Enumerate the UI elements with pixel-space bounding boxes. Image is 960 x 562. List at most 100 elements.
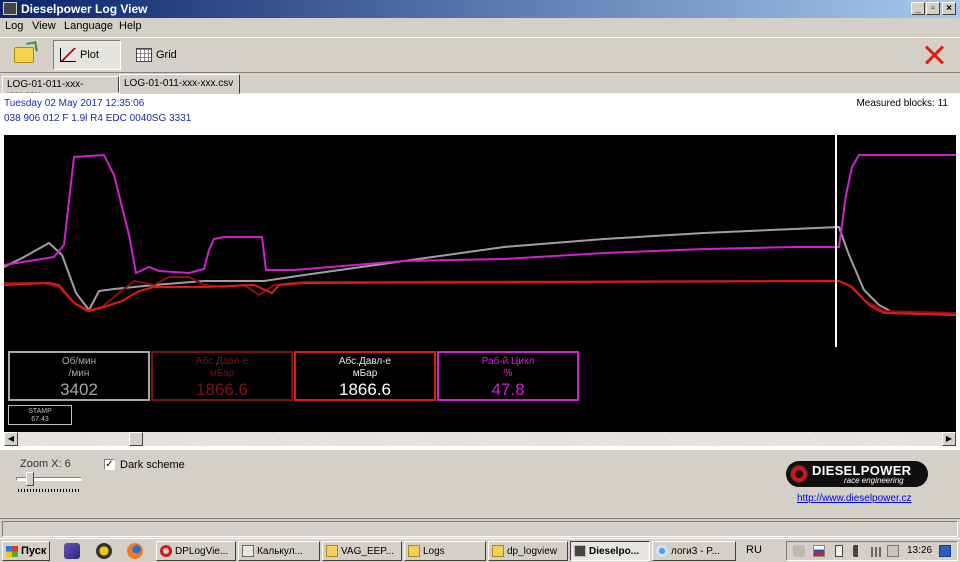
folder-icon (408, 545, 420, 557)
plot-scrollbar[interactable]: ◀ ▶ (4, 432, 956, 446)
task-label: Logs (423, 545, 445, 557)
scroll-thumb[interactable] (129, 432, 143, 446)
quicklaunch-app-icon[interactable] (64, 543, 80, 559)
restore-button[interactable]: ▫ (926, 2, 940, 15)
language-indicator[interactable]: RU (746, 544, 762, 556)
plot-label: Plot (80, 49, 99, 61)
task-vag-eep[interactable]: VAG_EEP... (322, 541, 402, 561)
rpm-gauge-label: Об/мин (61, 356, 97, 367)
abs-pressure-1-gauge: Абс.Давл-е мБар 1866.6 (294, 351, 436, 401)
stamp-label: STAMP (28, 408, 52, 415)
grid-label: Grid (156, 49, 177, 61)
abs-pressure-2-unit: мБар (209, 368, 235, 379)
tray-network-icon[interactable] (793, 545, 805, 557)
signal-icon[interactable] (871, 547, 883, 557)
scroll-left-button[interactable]: ◀ (4, 432, 18, 446)
zoom-slider-thumb[interactable] (26, 472, 34, 486)
taskbar: Пуск DPLogVie... Калькул... VAG_EEP... L… (0, 538, 960, 562)
system-tray: 13:26 (786, 541, 958, 561)
task-label: логи3 - P... (671, 545, 720, 557)
task-label: VAG_EEP... (341, 545, 394, 557)
task-dplogview[interactable]: DPLogVie... (156, 541, 236, 561)
menu-language[interactable]: Language (64, 20, 113, 32)
quicklaunch-media-icon[interactable] (96, 543, 112, 559)
app-icon (574, 545, 586, 557)
abs-pressure-2-gauge: Абс.Давл-е мБар 1866.6 (151, 351, 293, 401)
task-calculator[interactable]: Калькул... (238, 541, 320, 561)
opera-icon (160, 545, 172, 557)
grid-icon (136, 48, 152, 62)
open-folder-icon (14, 47, 34, 63)
task-paint[interactable]: логи3 - P... (652, 541, 736, 561)
abs-pressure-2-label: Абс.Давл-е (195, 356, 249, 367)
duty-cycle-trace (4, 153, 956, 275)
menu-help[interactable]: Help (119, 20, 142, 32)
menu-view[interactable]: View (32, 20, 56, 32)
menu-bar: Log View Language Help (0, 18, 960, 36)
russian-flag-icon[interactable] (813, 545, 825, 557)
battery-icon[interactable] (835, 545, 843, 557)
abs-pressure-1-unit: мБар (352, 368, 378, 379)
start-label: Пуск (21, 545, 47, 557)
duty-cycle-unit: % (503, 368, 513, 379)
folder-icon (492, 545, 504, 557)
zoom-label: Zoom X: 6 (20, 458, 71, 470)
minimize-button[interactable]: _ (911, 2, 925, 15)
volume-icon[interactable] (853, 545, 865, 557)
website-link[interactable]: http://www.dieselpower.cz (797, 493, 912, 504)
windows-flag-icon (6, 545, 18, 557)
task-dp-logview[interactable]: dp_logview (488, 541, 568, 561)
calculator-icon (242, 545, 254, 557)
plot-area[interactable]: Об/мин /мин 3402 Абс.Давл-е мБар 1866.6 … (4, 135, 956, 432)
dark-scheme-label[interactable]: Dark scheme (120, 459, 185, 471)
folder-icon (326, 545, 338, 557)
plot-view-button[interactable]: Plot (53, 40, 121, 70)
tab-log-1[interactable]: LOG-01-011-xxx-xxx.csv (2, 76, 119, 101)
status-bar (0, 518, 960, 539)
window-title: Dieselpower Log View (21, 2, 148, 16)
tray-app-icon[interactable] (887, 545, 899, 557)
app-icon (3, 2, 17, 15)
task-dieselpower[interactable]: Dieselpo... (570, 541, 650, 561)
task-logs[interactable]: Logs (404, 541, 486, 561)
stamp-box: STAMP 67.43 (8, 405, 72, 425)
rpm-gauge-value: 3402 (60, 380, 98, 399)
paint-icon (656, 545, 668, 557)
log-datetime: Tuesday 02 May 2017 12:35:06 (4, 98, 145, 109)
bottom-controls: Zoom X: 6 ✓ Dark scheme DIESELPOWER race… (0, 452, 960, 517)
log-tabs: LOG-01-011-xxx-xxx.csv LOG-01-011-xxx-xx… (0, 74, 960, 101)
close-window-button[interactable]: × (942, 2, 956, 15)
dieselpower-logo: DIESELPOWER race engineering (786, 461, 928, 487)
clock[interactable]: 13:26 (907, 545, 932, 556)
scroll-right-button[interactable]: ▶ (942, 432, 956, 446)
duty-cycle-gauge: Раб-й Цикл % 47.8 (437, 351, 579, 401)
menu-log[interactable]: Log (5, 20, 23, 32)
duty-cycle-label: Раб-й Цикл (481, 356, 535, 367)
dark-scheme-checkbox[interactable]: ✓ (104, 459, 115, 470)
status-cell (2, 521, 958, 537)
stamp-value: 67.43 (31, 416, 49, 423)
task-label: dp_logview (507, 545, 558, 557)
task-label: Калькул... (257, 545, 303, 557)
title-bar: Dieselpower Log View _ ▫ × (0, 0, 960, 18)
ecu-info: 038 906 012 F 1.9l R4 EDC 0040SG 3331 (4, 113, 192, 124)
measured-blocks: Measured blocks: 11 (856, 98, 948, 109)
close-log-icon[interactable] (922, 43, 946, 67)
show-desktop-icon[interactable] (939, 545, 951, 557)
toolbar: Plot Grid (0, 37, 960, 73)
plot-icon (60, 48, 76, 62)
abs-pressure-1-value: 1866.6 (339, 380, 391, 399)
rpm-trace (4, 225, 956, 316)
tab-log-2[interactable]: LOG-01-011-xxx-xxx.csv (119, 74, 240, 94)
task-label: DPLogVie... (175, 545, 229, 557)
firefox-icon[interactable] (127, 543, 143, 559)
duty-cycle-value: 47.8 (491, 380, 525, 399)
task-label: Dieselpo... (589, 545, 640, 557)
zoom-slider-ticks (18, 489, 80, 492)
start-button[interactable]: Пуск (2, 541, 50, 561)
turbo-icon (790, 465, 808, 483)
rpm-gauge: Об/мин /мин 3402 (8, 351, 150, 401)
abs-pressure-2-value: 1866.6 (196, 380, 248, 399)
open-log-button[interactable] (6, 40, 42, 70)
grid-view-button[interactable]: Grid (130, 40, 190, 70)
